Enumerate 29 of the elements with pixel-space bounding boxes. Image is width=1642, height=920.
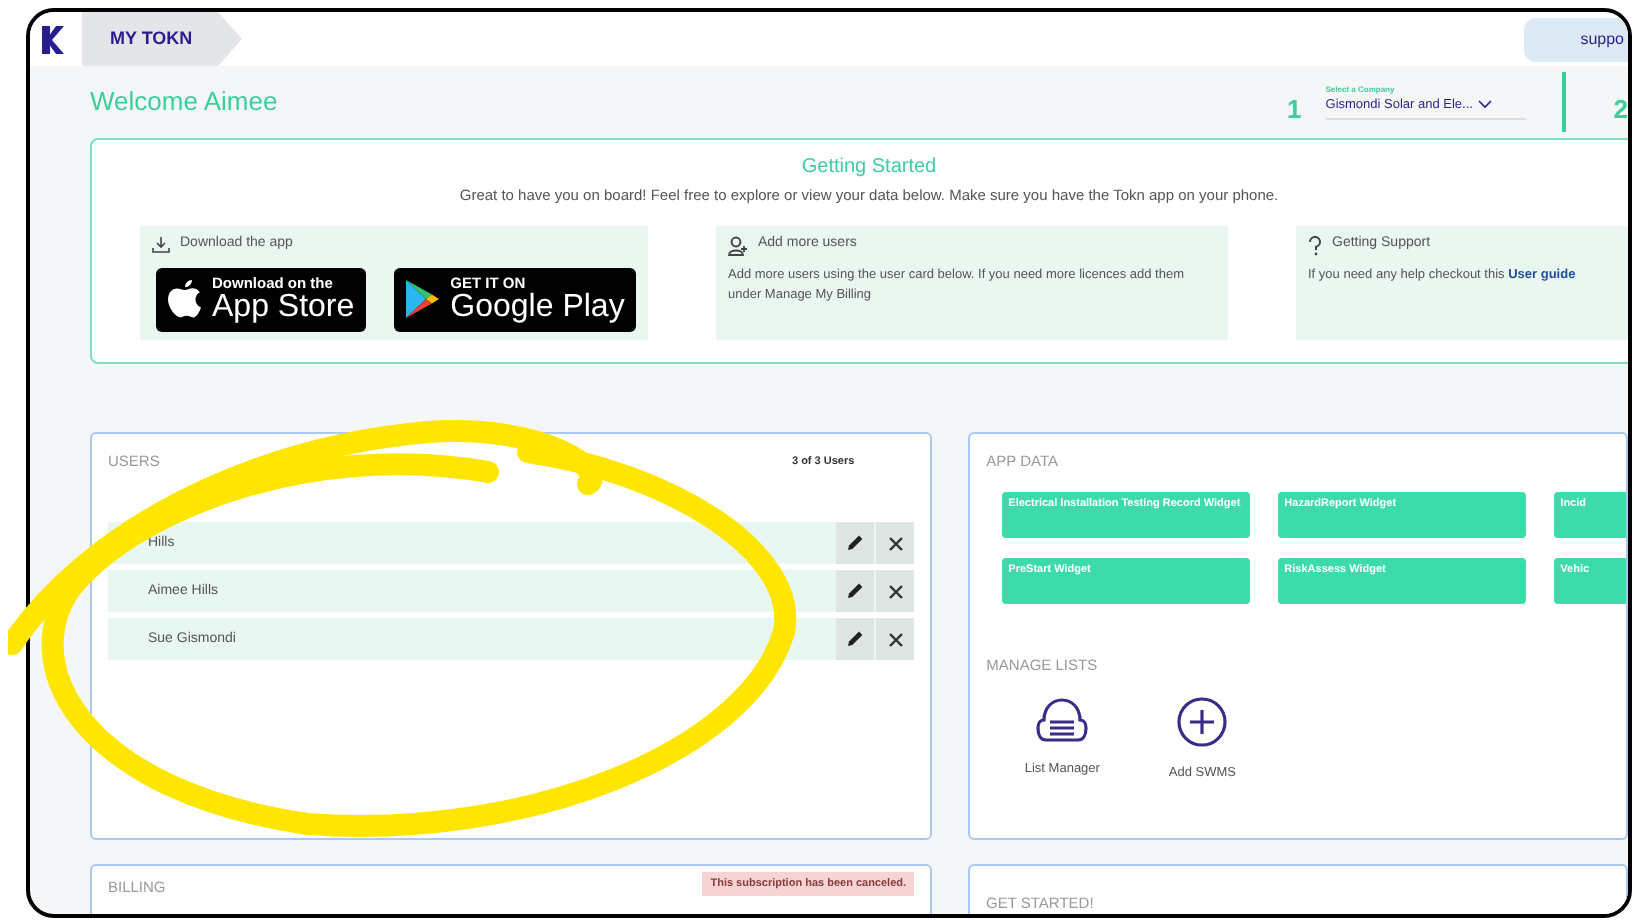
add-user-icon <box>728 235 748 255</box>
card-title: Getting Started <box>801 154 937 182</box>
chevron-down-icon <box>1478 100 1493 110</box>
step-number: 2 <box>1613 92 1628 129</box>
pencil-icon <box>846 582 865 601</box>
nav-tab[interactable]: MY TOKN <box>82 12 242 66</box>
step-number: 1 <box>1287 92 1302 129</box>
pencil-icon <box>846 630 865 649</box>
list-cloud-icon <box>1036 695 1089 743</box>
apple-icon <box>168 279 202 320</box>
pencil-icon <box>846 534 865 553</box>
delete-button[interactable] <box>876 570 915 613</box>
play-icon <box>406 280 441 319</box>
download-icon <box>152 236 170 254</box>
support-link[interactable]: suppo <box>1524 17 1628 61</box>
badge-large-text: App Store <box>212 292 355 324</box>
edit-button[interactable] <box>836 522 875 565</box>
logo-icon <box>42 25 66 53</box>
question-icon <box>1308 235 1322 255</box>
close-icon <box>887 631 904 648</box>
delete-button[interactable] <box>876 618 915 661</box>
plus-circle-icon <box>1176 695 1229 747</box>
badge-large-text: Google Play <box>450 292 625 324</box>
close-icon <box>887 583 904 600</box>
edit-button[interactable] <box>836 570 875 613</box>
welcome-heading: Welcome Aimee <box>90 84 278 121</box>
close-icon <box>887 535 904 552</box>
delete-button[interactable] <box>876 522 915 565</box>
edit-button[interactable] <box>836 618 875 661</box>
